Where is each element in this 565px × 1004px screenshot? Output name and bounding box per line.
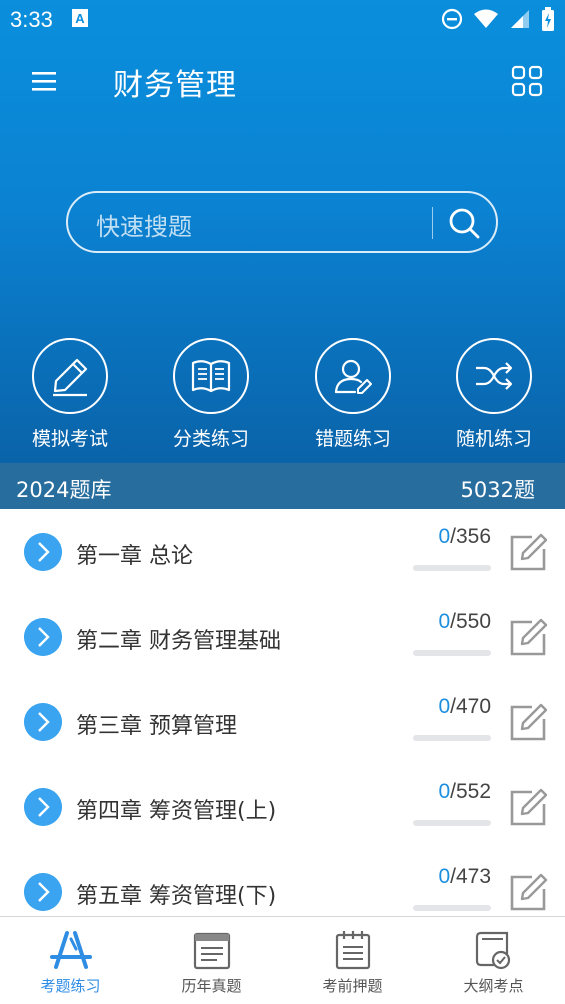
- svg-text:A: A: [75, 11, 85, 26]
- chapter-progress-bar: [413, 735, 491, 741]
- quick-random-practice-circle: [456, 338, 532, 414]
- bank-count: 5032题: [460, 478, 535, 502]
- tab-practice-label: 考题练习: [40, 977, 101, 995]
- search-box[interactable]: 快速搜题: [66, 191, 498, 253]
- tab-syllabus-points[interactable]: 大纲考点: [423, 917, 564, 1004]
- question-bank-bar: 2024题库 5032题: [0, 463, 565, 509]
- edit-icon[interactable]: [508, 533, 548, 573]
- tab-past-exams-label: 历年真题: [181, 977, 242, 995]
- tab-past-exams[interactable]: 历年真题: [141, 917, 282, 1004]
- chapter-progress: 0/550: [438, 610, 491, 633]
- chapter-name: 第二章 财务管理基础: [76, 629, 281, 654]
- wifi-icon: [474, 9, 498, 28]
- menu-icon[interactable]: [28, 66, 60, 98]
- chevron-right-icon: [24, 873, 62, 911]
- notepad-icon: [335, 931, 371, 970]
- app-store-icon: [50, 931, 92, 969]
- quick-random-practice-label: 随机练习: [455, 428, 532, 450]
- chapter-name: 第一章 总论: [76, 544, 193, 569]
- search-icon[interactable]: [446, 205, 482, 241]
- quick-wrong-questions-label: 错题练习: [314, 428, 391, 450]
- edit-icon[interactable]: [508, 703, 548, 743]
- chapter-progress-bar: [413, 820, 491, 826]
- quick-random-practice[interactable]: 随机练习: [446, 338, 542, 451]
- chapter-progress-bar: [413, 905, 491, 911]
- dnd-icon: [441, 8, 463, 30]
- chapter-item[interactable]: 第三章 预算管理 0/470: [0, 679, 565, 764]
- quick-category-practice-label: 分类练习: [172, 428, 249, 450]
- chapter-name: 第五章 筹资管理(下): [76, 884, 277, 909]
- edit-icon[interactable]: [508, 618, 548, 658]
- signal-icon: [511, 10, 529, 28]
- page-title: 财务管理: [113, 68, 237, 103]
- book-icon: [191, 360, 231, 393]
- book-check-icon: [475, 931, 511, 970]
- search-divider: [432, 207, 433, 239]
- battery-icon: [542, 7, 554, 31]
- chapter-item[interactable]: 第一章 总论 0/356: [0, 509, 565, 594]
- tab-practice[interactable]: 考题练习: [0, 917, 141, 1004]
- grid-icon[interactable]: [510, 64, 544, 98]
- quick-mock-exam-label: 模拟考试: [31, 428, 108, 450]
- notification-icon: A: [72, 9, 88, 27]
- pencil-icon: [53, 358, 88, 397]
- search-input[interactable]: 快速搜题: [96, 207, 192, 242]
- quick-wrong-questions-circle: [315, 338, 391, 414]
- edit-icon[interactable]: [508, 873, 548, 913]
- app-bar: 财务管理: [0, 48, 565, 112]
- status-time: 3:33: [10, 7, 53, 32]
- chapter-progress-bar: [413, 565, 491, 571]
- newspaper-icon: [193, 932, 231, 970]
- edit-icon[interactable]: [508, 788, 548, 828]
- chevron-right-icon: [24, 618, 62, 656]
- chapter-item[interactable]: 第四章 筹资管理(上) 0/552: [0, 764, 565, 849]
- chapter-name: 第三章 预算管理: [76, 714, 237, 739]
- bank-name: 2024题库: [16, 478, 112, 502]
- chevron-right-icon: [24, 703, 62, 741]
- bottom-tab-bar: 考题练习 历年真题 考前押题 大纲考点: [0, 916, 565, 1004]
- shuffle-icon: [476, 362, 513, 390]
- quick-category-practice[interactable]: 分类练习: [163, 338, 259, 451]
- chapter-progress: 0/356: [438, 525, 491, 548]
- user-edit-icon: [334, 359, 372, 394]
- quick-mock-exam-circle: [32, 338, 108, 414]
- chapter-progress-bar: [413, 650, 491, 656]
- chevron-right-icon: [24, 788, 62, 826]
- header: 3:33 A 财务管理 快速搜题 模拟考试 分类练习 错题练习 随机练习: [0, 0, 565, 463]
- chapter-progress: 0/473: [438, 865, 491, 888]
- tab-syllabus-points-label: 大纲考点: [463, 977, 524, 995]
- tab-predicted-questions[interactable]: 考前押题: [282, 917, 423, 1004]
- chevron-right-icon: [24, 533, 62, 571]
- quick-mock-exam[interactable]: 模拟考试: [22, 338, 118, 451]
- quick-category-practice-circle: [173, 338, 249, 414]
- chapter-progress: 0/470: [438, 695, 491, 718]
- status-bar: 3:33 A: [0, 0, 565, 38]
- quick-wrong-questions[interactable]: 错题练习: [305, 338, 401, 451]
- tab-predicted-questions-label: 考前押题: [322, 977, 383, 995]
- chapter-item[interactable]: 第二章 财务管理基础 0/550: [0, 594, 565, 679]
- chapter-progress: 0/552: [438, 780, 491, 803]
- chapter-name: 第四章 筹资管理(上): [76, 799, 277, 824]
